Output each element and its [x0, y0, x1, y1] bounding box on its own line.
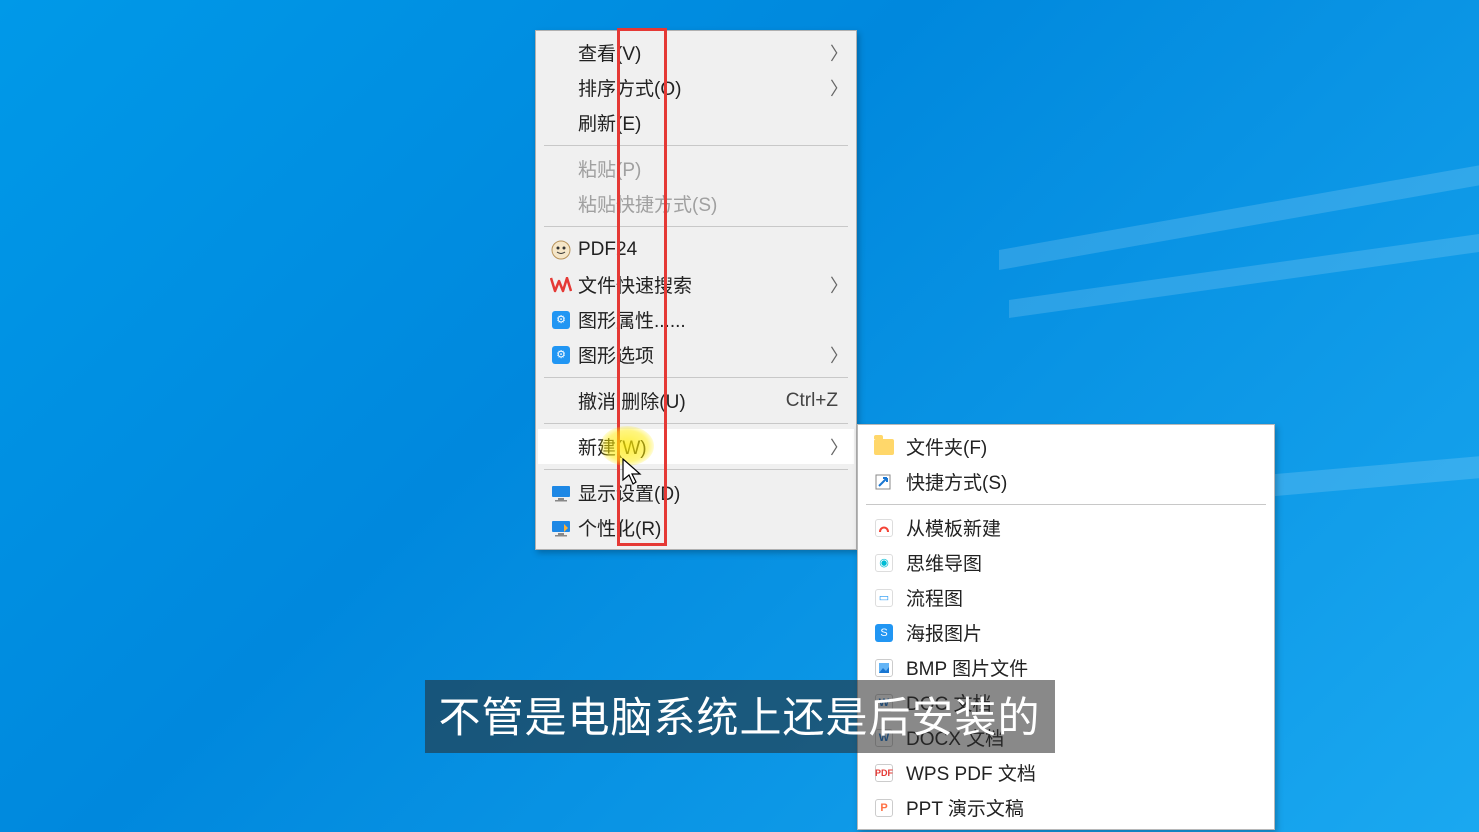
menu-item-graphics-props[interactable]: ⚙ 图形属性......	[538, 302, 854, 337]
submenu-item-mindmap[interactable]: ◉ 思维导图	[860, 545, 1272, 580]
menu-label: 流程图	[906, 584, 1262, 611]
submenu-item-ppt[interactable]: P PPT 演示文稿	[860, 790, 1272, 825]
video-subtitle: 不管是电脑系统上还是后安装的	[424, 680, 1054, 753]
submenu-item-folder[interactable]: 文件夹(F)	[860, 429, 1272, 464]
menu-separator	[866, 504, 1266, 505]
ppt-icon: P	[872, 796, 896, 820]
menu-label: 粘贴快捷方式(S)	[578, 190, 844, 217]
submenu-item-flowchart[interactable]: ▭ 流程图	[860, 580, 1272, 615]
personalize-icon	[548, 515, 574, 541]
template-icon	[872, 516, 896, 540]
chevron-right-icon: 〉	[830, 272, 844, 298]
menu-label: 海报图片	[906, 619, 1262, 646]
spacer-icon	[548, 388, 574, 414]
menu-item-graphics-options[interactable]: ⚙ 图形选项 〉	[538, 337, 854, 372]
menu-label: 新建(W)	[578, 433, 830, 460]
menu-item-undo-delete[interactable]: 撤消 删除(U) Ctrl+Z	[538, 383, 854, 418]
spacer-icon	[548, 156, 574, 182]
spacer-icon	[548, 110, 574, 136]
menu-label: WPS PDF 文档	[906, 759, 1262, 786]
chevron-right-icon: 〉	[830, 434, 844, 460]
menu-separator	[544, 469, 848, 470]
menu-item-paste: 粘贴(P)	[538, 151, 854, 186]
display-settings-icon	[548, 480, 574, 506]
submenu-item-poster[interactable]: S 海报图片	[860, 615, 1272, 650]
menu-label: BMP 图片文件	[906, 654, 1262, 681]
menu-label: PPT 演示文稿	[906, 794, 1262, 821]
poster-icon: S	[872, 621, 896, 645]
shortcut-icon	[872, 470, 896, 494]
menu-label: 思维导图	[906, 549, 1262, 576]
chevron-right-icon: 〉	[830, 75, 844, 101]
menu-item-view[interactable]: 查看(V) 〉	[538, 35, 854, 70]
spacer-icon	[548, 191, 574, 217]
submenu-item-template[interactable]: 从模板新建	[860, 510, 1272, 545]
mindmap-icon: ◉	[872, 551, 896, 575]
menu-label: 图形选项	[578, 341, 830, 368]
folder-icon	[872, 435, 896, 459]
menu-separator	[544, 377, 848, 378]
menu-label: 刷新(E)	[578, 109, 844, 136]
spacer-icon	[548, 434, 574, 460]
menu-label: PDF24	[578, 239, 844, 261]
menu-label: 排序方式(O)	[578, 74, 830, 101]
menu-label: 从模板新建	[906, 514, 1262, 541]
submenu-item-wps-pdf[interactable]: PDF WPS PDF 文档	[860, 755, 1272, 790]
menu-item-paste-shortcut: 粘贴快捷方式(S)	[538, 186, 854, 221]
menu-item-pdf24[interactable]: PDF24	[538, 232, 854, 267]
wps-search-icon	[548, 272, 574, 298]
desktop[interactable]: 查看(V) 〉 排序方式(O) 〉 刷新(E) 粘贴(P) 粘贴快捷方式(S)	[0, 0, 1479, 832]
menu-item-personalize[interactable]: 个性化(R)	[538, 510, 854, 545]
desktop-context-menu: 查看(V) 〉 排序方式(O) 〉 刷新(E) 粘贴(P) 粘贴快捷方式(S)	[535, 30, 857, 550]
menu-shortcut: Ctrl+Z	[786, 390, 838, 412]
chevron-right-icon: 〉	[830, 40, 844, 66]
flowchart-icon: ▭	[872, 586, 896, 610]
menu-label: 显示设置(D)	[578, 479, 844, 506]
menu-label: 粘贴(P)	[578, 155, 844, 182]
spacer-icon	[548, 75, 574, 101]
menu-label: 查看(V)	[578, 39, 830, 66]
menu-label: 个性化(R)	[578, 514, 844, 541]
submenu-item-shortcut[interactable]: 快捷方式(S)	[860, 464, 1272, 499]
menu-item-file-search[interactable]: 文件快速搜索 〉	[538, 267, 854, 302]
spacer-icon	[548, 40, 574, 66]
graphics-props-icon: ⚙	[548, 307, 574, 333]
menu-item-sort[interactable]: 排序方式(O) 〉	[538, 70, 854, 105]
menu-label: 文件夹(F)	[906, 433, 1262, 460]
chevron-right-icon: 〉	[830, 342, 844, 368]
menu-item-new[interactable]: 新建(W) 〉	[538, 429, 854, 464]
menu-separator	[544, 145, 848, 146]
menu-label: 撤消 删除(U)	[578, 387, 786, 414]
graphics-options-icon: ⚙	[548, 342, 574, 368]
pdf24-icon	[548, 237, 574, 263]
menu-separator	[544, 423, 848, 424]
wps-pdf-icon: PDF	[872, 761, 896, 785]
new-submenu: 文件夹(F) 快捷方式(S) 从模板新建 ◉ 思维导图 ▭	[857, 424, 1275, 830]
menu-label: 文件快速搜索	[578, 271, 830, 298]
bmp-icon	[872, 656, 896, 680]
menu-item-refresh[interactable]: 刷新(E)	[538, 105, 854, 140]
menu-item-display-settings[interactable]: 显示设置(D)	[538, 475, 854, 510]
menu-separator	[544, 226, 848, 227]
menu-label: 图形属性......	[578, 306, 844, 333]
menu-label: 快捷方式(S)	[906, 468, 1262, 495]
